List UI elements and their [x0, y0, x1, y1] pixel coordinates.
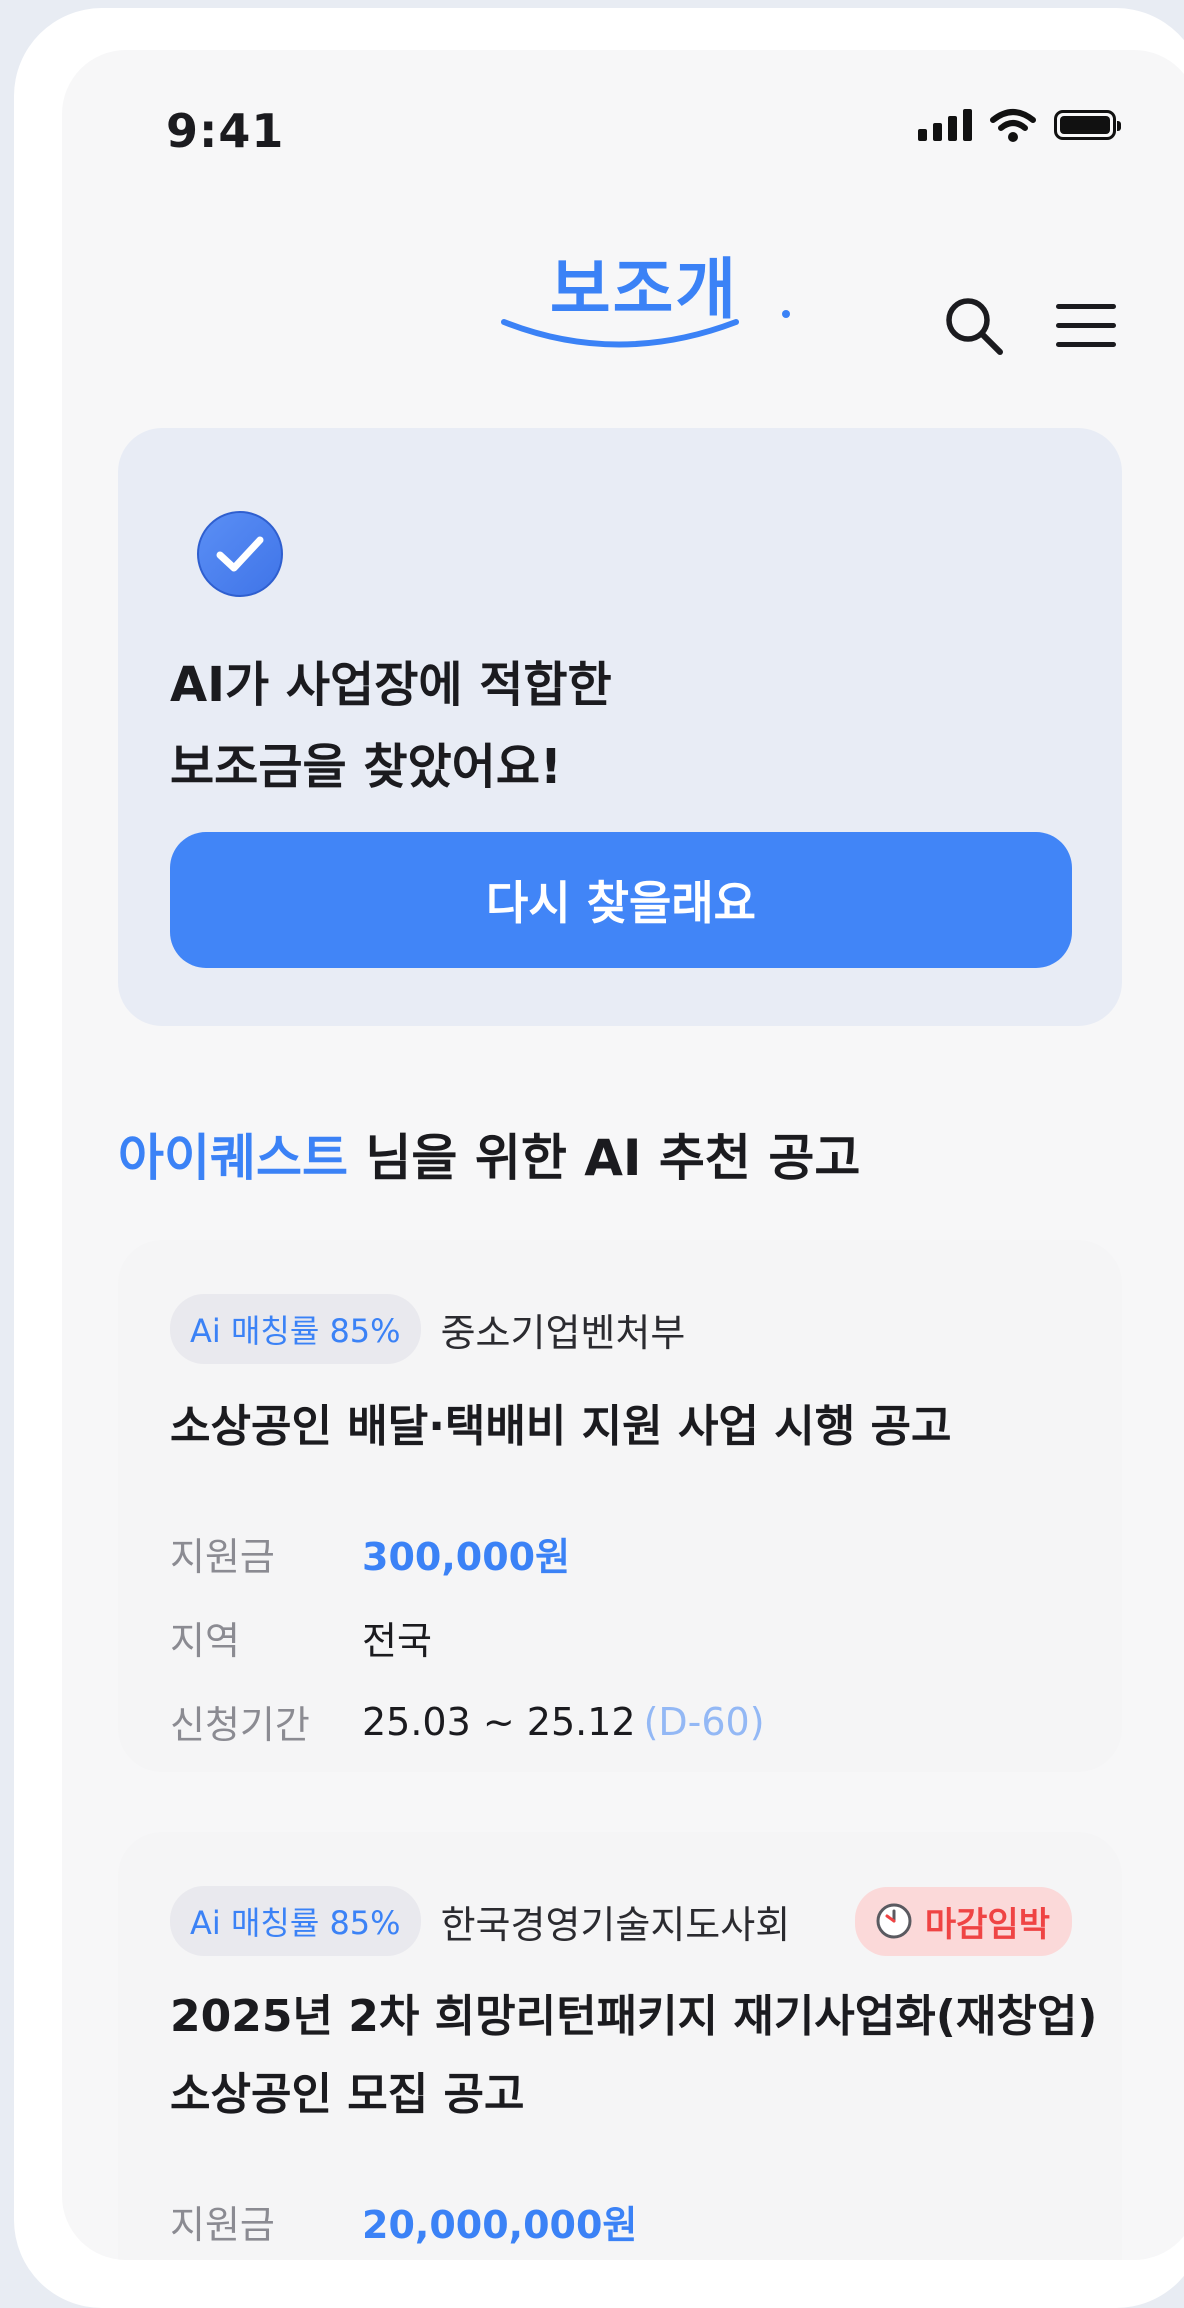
- app-screen: 9:41 보조개 AI가 사업장에 적합한 보조금을 찾았어요! 다시 찾을래요…: [62, 50, 1184, 2260]
- status-icons: [918, 108, 1121, 142]
- period-value: 25.03 ~ 25.12: [362, 1699, 636, 1744]
- recommendation-section-title: 아이퀘스트 님을 위한 AI 추천 공고: [118, 1118, 1118, 1190]
- grant-card[interactable]: Ai 매칭률 85% 한국경영기술지도사회 마감임박 2025년 2차 희망리턴…: [118, 1832, 1122, 2260]
- card-meta: Ai 매칭률 85% 중소기업벤처부: [170, 1294, 1072, 1364]
- amount-value: 300,000원: [362, 1535, 571, 1579]
- deadline-text: 마감임박: [924, 1904, 1050, 1945]
- amount-label: 지원금: [170, 1535, 275, 1579]
- status-bar: 9:41: [62, 50, 1184, 200]
- app-header: 보조개: [62, 220, 1184, 355]
- d-day: (D-60): [643, 1699, 765, 1744]
- search-icon: [946, 298, 1003, 355]
- grant-title-line1: 2025년 2차 희망리턴패키지 재기사업화(재창업): [170, 1991, 1098, 2042]
- hero-title: AI가 사업장에 적합한 보조금을 찾았어요!: [170, 644, 1070, 808]
- amount-row: 지원금 300,000원: [170, 1526, 570, 1581]
- match-rate-badge: Ai 매칭률 85%: [170, 1886, 421, 1956]
- ai-result-card: AI가 사업장에 적합한 보조금을 찾았어요! 다시 찾을래요: [118, 428, 1122, 1026]
- period-row: 신청기간 25.03 ~ 25.12 (D-60): [170, 1694, 765, 1749]
- hero-title-line1: AI가 사업장에 적합한: [170, 657, 612, 713]
- logo-smile-icon: [501, 310, 790, 348]
- section-title-suffix: 님을 위한 AI 추천 공고: [348, 1129, 861, 1187]
- menu-button[interactable]: [1056, 304, 1116, 348]
- amount-row: 지원금 20,000,000원: [170, 2194, 637, 2249]
- amount-label: 지원금: [170, 2203, 275, 2247]
- search-button[interactable]: [942, 294, 1006, 358]
- region-label: 지역: [170, 1619, 240, 1663]
- hero-title-line2: 보조금을 찾았어요!: [170, 739, 562, 795]
- region-value: 전국: [362, 1619, 432, 1663]
- grant-title: 2025년 2차 희망리턴패키지 재기사업화(재창업) 소상공인 모집 공고: [170, 1978, 1100, 2134]
- deadline-badge: 마감임박: [854, 1886, 1072, 1956]
- wifi-icon: [990, 109, 1036, 142]
- organization: 중소기업벤처부: [440, 1310, 686, 1355]
- battery-icon: [1054, 110, 1121, 140]
- period-label: 신청기간: [170, 1703, 310, 1747]
- clock-icon: [876, 1903, 912, 1939]
- menu-icon: [1056, 304, 1116, 347]
- grant-card[interactable]: Ai 매칭률 85% 중소기업벤처부 소상공인 배달·택배비 지원 사업 시행 …: [118, 1240, 1122, 1772]
- signal-icon: [918, 109, 972, 141]
- match-rate-badge: Ai 매칭률 85%: [170, 1294, 421, 1364]
- amount-value: 20,000,000원: [362, 2203, 638, 2247]
- grant-title: 소상공인 배달·택배비 지원 사업 시행 공고: [170, 1401, 952, 1452]
- app-logo[interactable]: 보조개: [498, 220, 798, 350]
- grant-title-line2: 소상공인 모집 공고: [170, 2069, 525, 2120]
- retry-search-button[interactable]: 다시 찾을래요: [170, 832, 1072, 968]
- card-meta: Ai 매칭률 85% 한국경영기술지도사회 마감임박: [170, 1886, 1072, 1956]
- check-circle-icon: [197, 511, 283, 597]
- user-name: 아이퀘스트: [118, 1129, 348, 1187]
- organization: 한국경영기술지도사회: [440, 1902, 791, 1947]
- region-row: 지역 전국: [170, 1610, 432, 1665]
- phone-frame: 9:41 보조개 AI가 사업장에 적합한 보조금을 찾았어요! 다시 찾을래요…: [14, 8, 1184, 2308]
- status-time: 9:41: [166, 104, 285, 158]
